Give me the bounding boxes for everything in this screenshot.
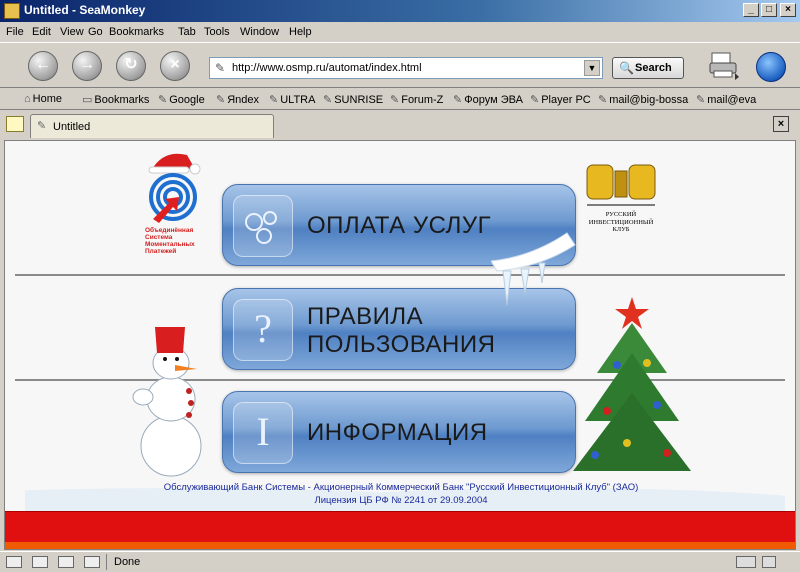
seamonkey-app-icon bbox=[4, 3, 20, 19]
orange-footer-stripe bbox=[5, 542, 795, 549]
bookmark-player-pc[interactable]: ✎ Player PC bbox=[530, 93, 591, 106]
lions-emblem-image bbox=[586, 164, 656, 206]
minimize-button[interactable]: _ bbox=[743, 3, 759, 17]
info-i-icon: I bbox=[233, 402, 293, 464]
status-separator bbox=[106, 554, 107, 570]
bookmark-icon: ✎ bbox=[158, 94, 168, 106]
new-tab-icon[interactable] bbox=[6, 116, 24, 132]
chat-icon[interactable] bbox=[58, 556, 74, 568]
page-icon: ✎ bbox=[215, 61, 226, 75]
bookmark-icon: ✎ bbox=[216, 94, 226, 106]
menu-tools[interactable]: Tools bbox=[204, 26, 230, 38]
question-mark-icon: ? bbox=[233, 299, 293, 361]
security-lock-icon[interactable] bbox=[762, 556, 776, 568]
info-label: ИНФОРМАЦИЯ bbox=[307, 419, 488, 446]
menu-bookmarks[interactable]: Bookmarks bbox=[109, 26, 164, 38]
page-icon: ✎ bbox=[37, 120, 47, 132]
stop-icon: × bbox=[170, 56, 180, 73]
back-button[interactable]: ← bbox=[28, 51, 58, 81]
bookmark-icon: ✎ bbox=[598, 94, 608, 106]
url-dropdown-icon[interactable]: ▼ bbox=[584, 60, 600, 76]
menu-go[interactable]: Go bbox=[88, 26, 103, 38]
reload-button[interactable]: ↻ bbox=[116, 51, 146, 81]
bookmark-icon: ✎ bbox=[530, 94, 540, 106]
menu-help[interactable]: Help bbox=[289, 26, 312, 38]
bookmark-mail-eva[interactable]: ✎ mail@eva bbox=[696, 93, 756, 106]
close-tab-button[interactable]: × bbox=[773, 116, 789, 132]
search-button[interactable]: 🔍 Search bbox=[612, 57, 684, 79]
footer-bank-line: Обслуживающий Банк Системы - Акционерный… bbox=[163, 482, 639, 493]
bookmark-icon: ✎ bbox=[696, 94, 706, 106]
window-title: Untitled - SeaMonkey bbox=[24, 3, 146, 17]
pay-services-label: ОПЛАТА УСЛУГ bbox=[307, 212, 492, 239]
tab-label: Untitled bbox=[53, 121, 91, 133]
url-bar[interactable]: ✎ ▼ bbox=[209, 57, 603, 79]
menu-edit[interactable]: Edit bbox=[32, 26, 51, 38]
bookmark-bookmarks[interactable]: ▭ Bookmarks bbox=[82, 93, 149, 106]
bookmark-ultra[interactable]: ✎ ULTRA bbox=[269, 93, 315, 106]
maximize-button[interactable]: □ bbox=[761, 3, 777, 17]
menu-window[interactable]: Window bbox=[240, 26, 279, 38]
footer-text: Обслуживающий Банк Системы - Акционерный… bbox=[5, 481, 795, 507]
navigator-icon[interactable] bbox=[6, 556, 22, 568]
online-status-icon[interactable] bbox=[736, 556, 756, 568]
bookmark-yandex[interactable]: ✎ Яndex bbox=[216, 93, 259, 106]
menu-tab[interactable]: Tab bbox=[178, 26, 196, 38]
rules-label-line2: ПОЛЬЗОВАНИЯ bbox=[307, 331, 496, 358]
bookmark-icon: ✎ bbox=[323, 94, 333, 106]
stop-button[interactable]: × bbox=[160, 51, 190, 81]
mail-icon[interactable] bbox=[32, 556, 48, 568]
rik-bank-logo[interactable]: РУССКИЙ ИНВЕСТИЦИОННЫЙ КЛУБ bbox=[585, 161, 657, 241]
icicles-image bbox=[491, 232, 576, 306]
bookmark-google[interactable]: ✎ Google bbox=[158, 93, 205, 106]
status-bar: Done bbox=[0, 551, 800, 572]
bookmark-icon: ✎ bbox=[269, 94, 279, 106]
search-icon: 🔍 bbox=[619, 61, 634, 75]
navigation-toolbar: ← → ↻ × ✎ ▼ 🔍 Search bbox=[0, 42, 800, 88]
title-bar: Untitled - SeaMonkey _ □ × bbox=[0, 0, 800, 22]
menu-view[interactable]: View bbox=[60, 26, 84, 38]
bookmarks-toolbar: ⌂ Home ▭ Bookmarks ✎ Google ✎ Яndex ✎ ULTRA ✎… bbox=[0, 88, 800, 110]
rules-label-line1: ПРАВИЛА bbox=[307, 303, 424, 330]
seamonkey-throbber-icon[interactable] bbox=[756, 52, 786, 82]
forward-arrow-icon: → bbox=[79, 56, 95, 73]
rik-bank-logo-text: РУССКИЙ ИНВЕСТИЦИОННЫЙ КЛУБ bbox=[588, 211, 654, 233]
bubbles-icon-image bbox=[245, 211, 277, 244]
tab-untitled[interactable]: ✎ Untitled bbox=[30, 114, 274, 138]
divider-line bbox=[15, 274, 785, 276]
tab-strip: ✎ Untitled bbox=[0, 110, 800, 138]
reload-icon: ↻ bbox=[124, 56, 138, 73]
back-arrow-icon: ← bbox=[35, 56, 51, 73]
christmas-tree-image bbox=[573, 297, 691, 471]
close-window-button[interactable]: × bbox=[780, 3, 796, 17]
bookmark-forum-eva[interactable]: ✎ Форум ЭВА bbox=[453, 93, 523, 106]
folder-icon: ▭ bbox=[82, 94, 93, 106]
osmp-logo-image bbox=[148, 153, 201, 223]
page-content: Объединённая Система Моментальных Платеж… bbox=[4, 140, 796, 550]
status-text: Done bbox=[114, 556, 141, 568]
bookmark-sunrise[interactable]: ✎ SUNRISE bbox=[323, 93, 383, 106]
url-input[interactable] bbox=[232, 60, 572, 76]
bookmark-mail-big-bossa[interactable]: ✎ mail@big-bossa bbox=[598, 93, 688, 106]
osmp-logo[interactable]: Объединённая Система Моментальных Платеж… bbox=[143, 147, 205, 257]
red-footer-band bbox=[5, 511, 795, 549]
search-button-label: Search bbox=[635, 62, 672, 74]
bookmark-forum-z[interactable]: ✎ Forum-Z bbox=[390, 93, 443, 106]
composer-icon[interactable] bbox=[84, 556, 100, 568]
osmp-logo-text: Объединённая Система Моментальных Платеж… bbox=[145, 227, 195, 255]
menu-bar: File Edit View Go Bookmarks Tab Tools Wi… bbox=[0, 22, 800, 42]
footer-license-line: Лицензия ЦБ РФ № 2241 от 29.09.2004 bbox=[314, 495, 488, 506]
menu-file[interactable]: File bbox=[6, 26, 24, 38]
print-icon[interactable] bbox=[708, 51, 742, 81]
home-icon: ⌂ bbox=[24, 93, 31, 105]
info-button[interactable]: I ИНФОРМАЦИЯ bbox=[222, 391, 576, 473]
bookmark-icon: ✎ bbox=[390, 94, 400, 106]
snowman-image bbox=[132, 327, 202, 477]
forward-button[interactable]: → bbox=[72, 51, 102, 81]
bookmark-icon: ✎ bbox=[453, 94, 463, 106]
bubbles-icon bbox=[233, 195, 293, 257]
bookmark-home[interactable]: ⌂ Home bbox=[24, 93, 62, 105]
